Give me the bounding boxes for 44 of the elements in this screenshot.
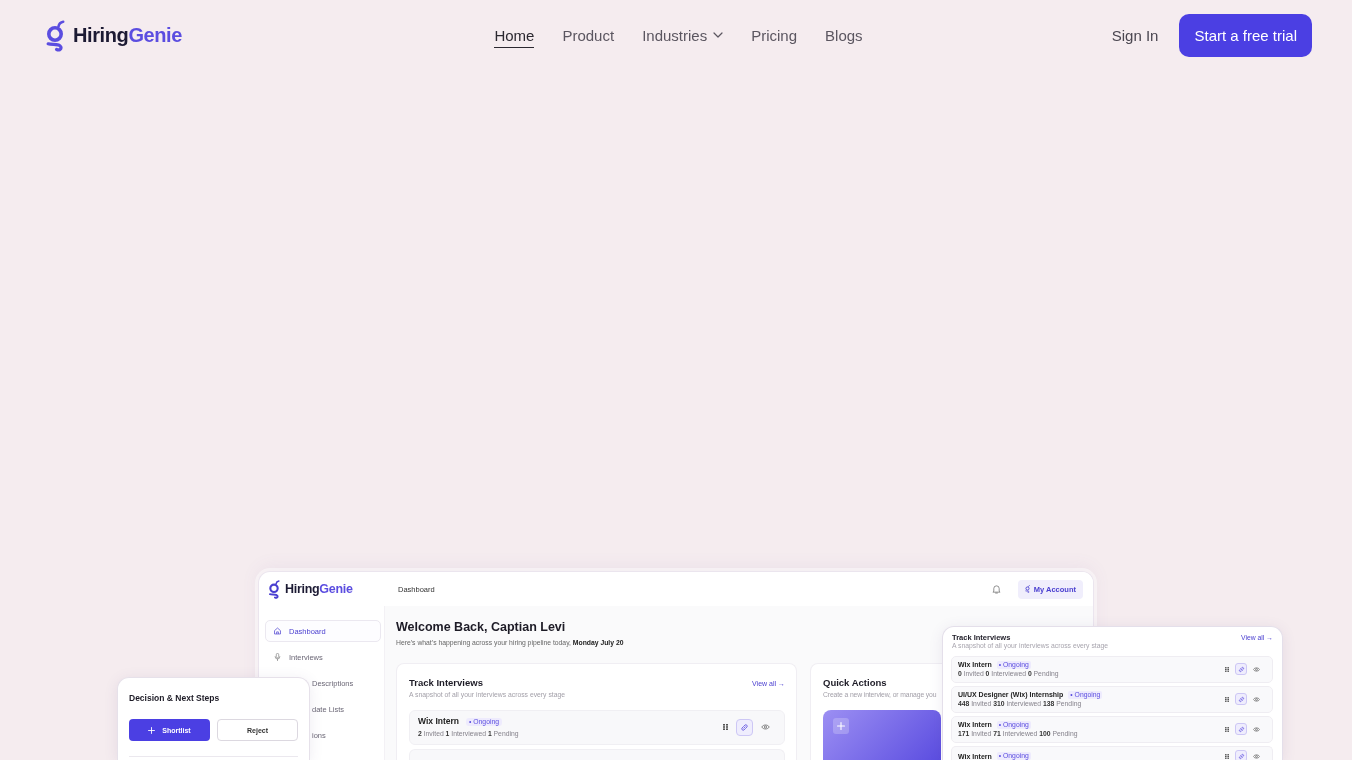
logo-wordmark[interactable]: HiringGenie <box>73 24 182 47</box>
logo-icon <box>1024 585 1030 593</box>
grid-icon[interactable] <box>723 724 728 730</box>
eye-icon[interactable] <box>1253 696 1260 702</box>
grid-icon[interactable] <box>1225 753 1229 759</box>
link-icon <box>1237 725 1245 733</box>
link-button[interactable] <box>1235 750 1247 760</box>
card-title: Decision & Next Steps <box>129 693 220 704</box>
nav-link[interactable]: Industries <box>642 23 724 48</box>
link-icon <box>1237 752 1245 760</box>
logo-wordmark: HiringGenie <box>285 582 353 596</box>
link-button[interactable] <box>1235 723 1247 735</box>
interview-title: Wix Intern <box>418 716 459 727</box>
eye-icon[interactable] <box>761 724 770 730</box>
free-trial-button[interactable]: Start a free trial <box>1179 14 1312 57</box>
grid-icon[interactable] <box>1225 666 1229 672</box>
new-interview-card[interactable] <box>823 710 941 760</box>
panel-title: Quick Actions <box>823 677 887 689</box>
welcome-title: Welcome Back, Captian Levi <box>396 619 566 635</box>
plus-icon[interactable] <box>833 718 849 734</box>
link-icon <box>1237 695 1245 703</box>
link-icon <box>1237 665 1245 673</box>
link-button[interactable] <box>1235 663 1247 675</box>
home-icon <box>274 627 281 635</box>
logo-icon <box>45 19 65 52</box>
link-button[interactable] <box>1235 693 1247 705</box>
nav-link[interactable]: Blogs <box>825 23 863 48</box>
link-button[interactable] <box>736 718 753 736</box>
sign-in-link[interactable]: Sign In <box>1111 27 1159 44</box>
panel-title: Track Interviews <box>409 677 483 689</box>
logo-icon <box>268 579 280 599</box>
nav-link[interactable]: Product <box>562 23 615 48</box>
eye-icon[interactable] <box>1253 666 1260 672</box>
plus-icon <box>148 726 156 734</box>
grid-icon[interactable] <box>1225 726 1229 732</box>
bell-icon[interactable] <box>991 584 1001 594</box>
nav-link[interactable]: Home <box>494 23 535 48</box>
chevron-down-icon <box>713 32 724 38</box>
eye-icon[interactable] <box>1253 726 1260 732</box>
microphone-icon <box>274 653 281 661</box>
link-icon <box>740 722 749 732</box>
grid-icon[interactable] <box>1225 696 1229 702</box>
eye-icon[interactable] <box>1253 753 1260 759</box>
nav-link[interactable]: Pricing <box>751 23 798 48</box>
